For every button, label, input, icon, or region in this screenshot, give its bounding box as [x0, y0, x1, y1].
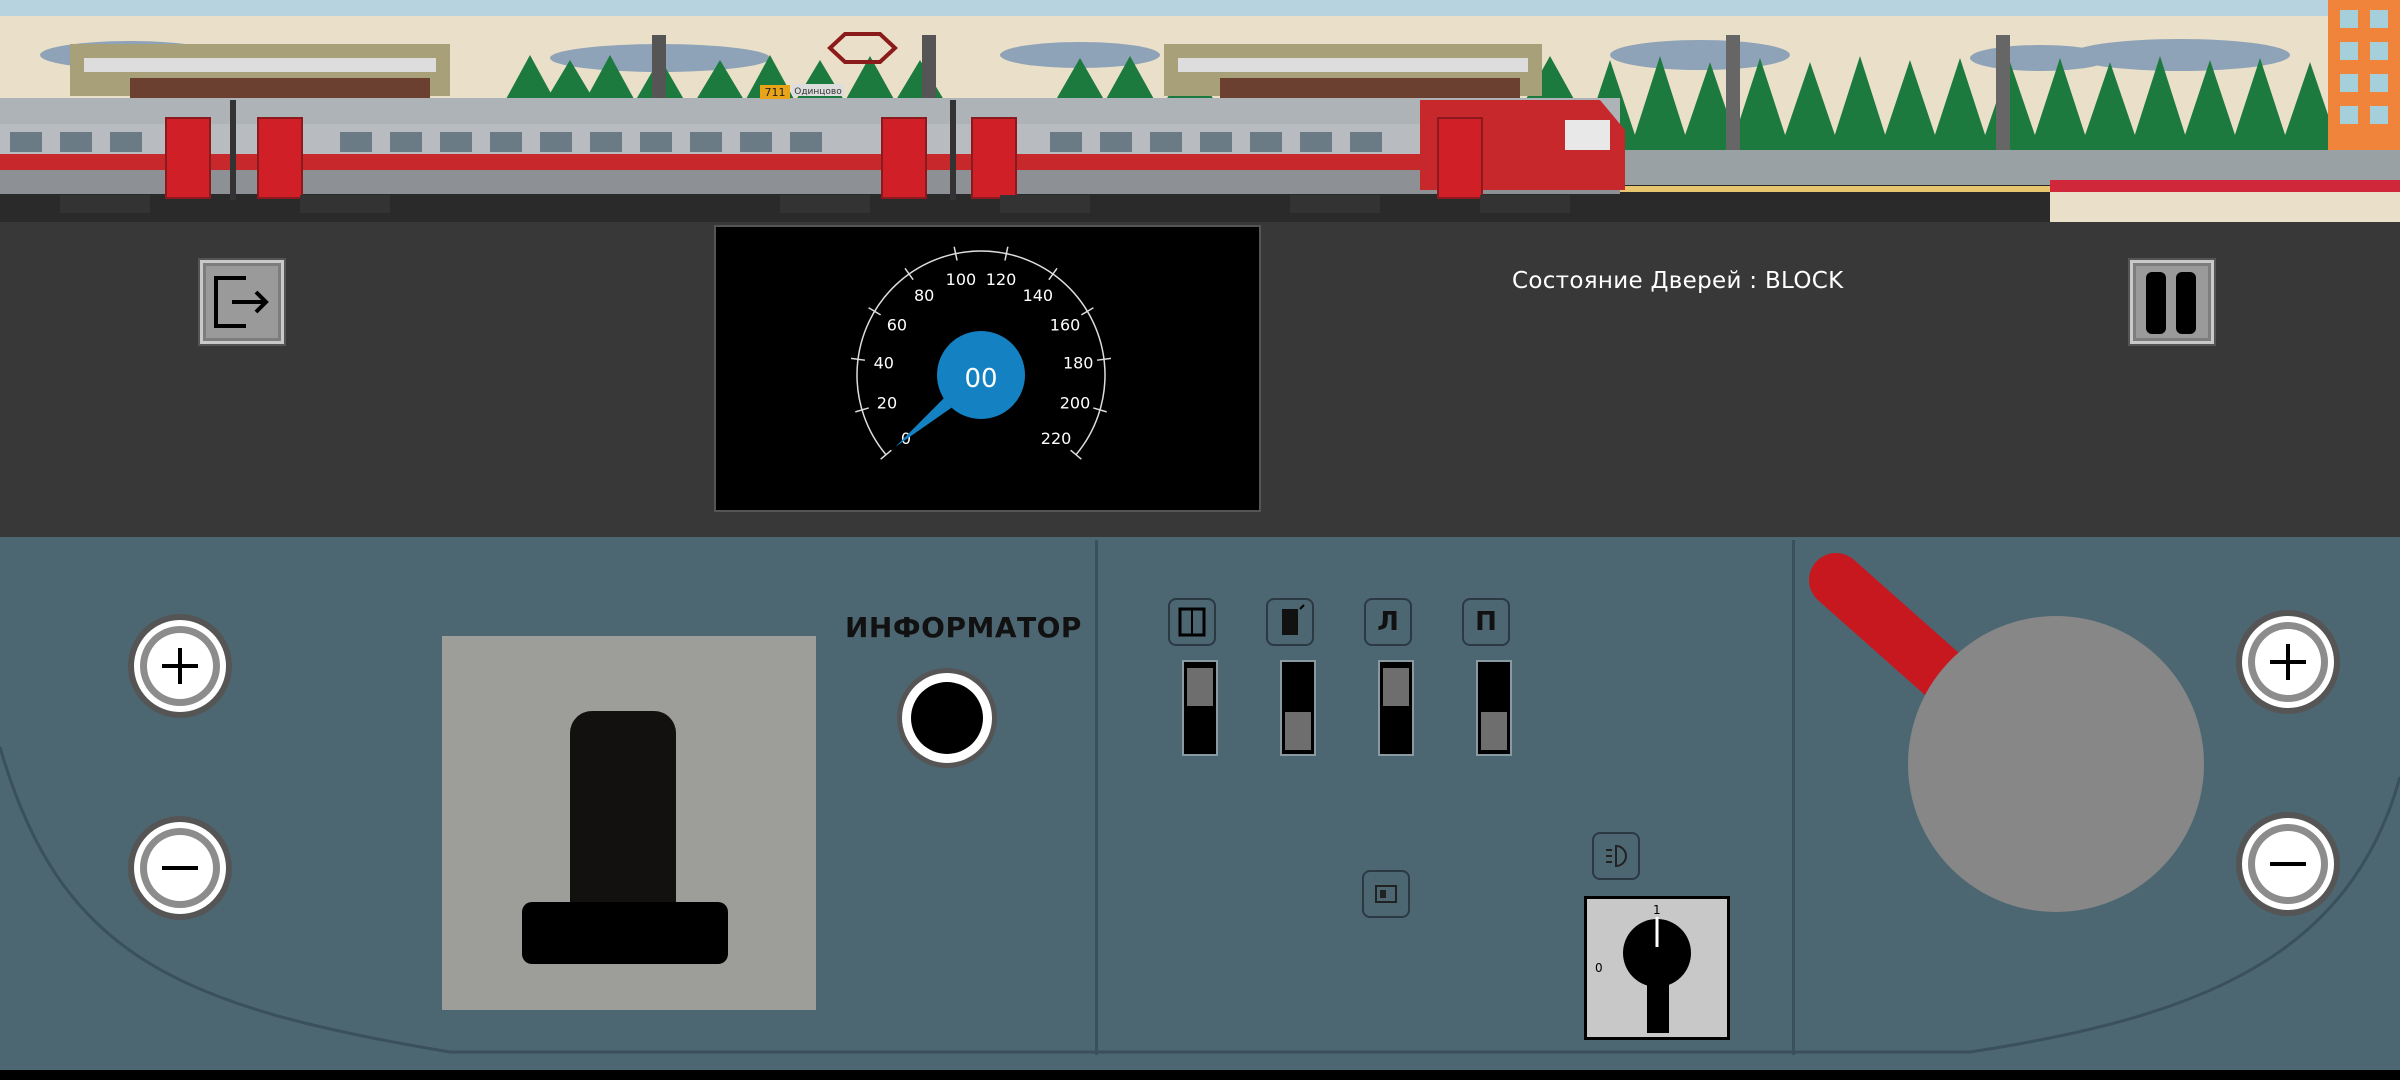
toggle-right-doors[interactable] — [1476, 660, 1512, 756]
speedometer-tick-label: 220 — [1041, 429, 1072, 448]
brake-plus-button[interactable] — [2236, 610, 2340, 714]
switch-label-doors — [1168, 598, 1216, 646]
speedometer-tick — [880, 449, 892, 460]
toggle-doors[interactable] — [1182, 660, 1218, 756]
svg-text:Одинцово: Одинцово — [794, 87, 842, 97]
speedometer-tick-label: 20 — [877, 394, 897, 413]
speedometer-tick-label: 160 — [1050, 316, 1081, 335]
horn-icon — [1375, 885, 1397, 903]
panel-divider — [1095, 540, 1098, 1055]
headlight-icon — [1606, 844, 1627, 868]
speedometer-tick — [850, 357, 866, 361]
throttle-handle[interactable] — [570, 711, 676, 926]
brake-handle-graphic — [1809, 553, 2204, 912]
railway-scene: 711 Одинцово — [0, 0, 2400, 222]
exit-button[interactable] — [198, 258, 286, 346]
plus-icon — [2270, 644, 2306, 680]
plus-icon — [162, 648, 198, 684]
speedometer-tick-label: 180 — [1063, 354, 1094, 373]
minus-icon — [162, 866, 198, 870]
brake-minus-button[interactable] — [2236, 812, 2340, 916]
panel-divider — [1792, 540, 1795, 1055]
door-open-icon — [1282, 604, 1305, 635]
door-status-label: Состояние Дверей : BLOCK — [1512, 268, 1844, 294]
headlight-rotary-switch[interactable]: 0 1 — [1584, 896, 1730, 1040]
pause-button[interactable] — [2128, 258, 2216, 346]
speed-readout: 00 — [964, 364, 997, 394]
pause-icon — [2146, 272, 2196, 334]
toggle-left-doors[interactable] — [1378, 660, 1414, 756]
horn-button[interactable] — [1362, 870, 1410, 918]
throttle-handle-base — [522, 902, 728, 964]
speedometer-tick-label: 80 — [914, 286, 934, 305]
switch-label-left: Л — [1364, 598, 1412, 646]
informator-button[interactable] — [897, 668, 997, 768]
minus-icon — [2270, 862, 2306, 866]
bottom-bar — [0, 1070, 2400, 1080]
speedometer-tick — [904, 267, 914, 281]
throttle-plus-button[interactable] — [128, 614, 232, 718]
throttle-minus-button[interactable] — [128, 816, 232, 920]
speedometer-tick-label: 120 — [986, 270, 1017, 289]
headlight-button[interactable] — [1592, 832, 1640, 880]
speedometer-tick-label: 140 — [1023, 286, 1054, 305]
speedometer-tick — [1080, 307, 1094, 316]
informator-label: ИНФОРМАТОР — [845, 611, 1082, 644]
speedometer-tick — [1096, 357, 1112, 361]
throttle-controller[interactable] — [442, 636, 816, 1010]
speedometer-tick-label: 60 — [887, 316, 907, 335]
speedometer-dial: 020406080100120140160180200220 00 — [850, 246, 1112, 460]
brake-controller[interactable] — [1800, 540, 2210, 920]
speedometer-tick — [1070, 449, 1082, 460]
switch-label-right: П — [1462, 598, 1510, 646]
speedometer-tick-label: 40 — [874, 354, 894, 373]
svg-text:711: 711 — [765, 86, 786, 99]
speedometer-tick-label: 200 — [1060, 394, 1091, 413]
exit-icon — [214, 276, 269, 328]
train-scene-image: 711 Одинцово — [0, 0, 2400, 222]
switch-label-door-open — [1266, 598, 1314, 646]
speedometer: 020406080100120140160180200220 00 — [714, 225, 1261, 512]
rotary-knob — [1623, 917, 1691, 1033]
doors-icon — [1178, 607, 1206, 637]
speedometer-tick — [868, 307, 882, 316]
speedometer-tick — [1048, 267, 1058, 281]
toggle-door-open[interactable] — [1280, 660, 1316, 756]
speedometer-tick-label: 100 — [946, 270, 977, 289]
